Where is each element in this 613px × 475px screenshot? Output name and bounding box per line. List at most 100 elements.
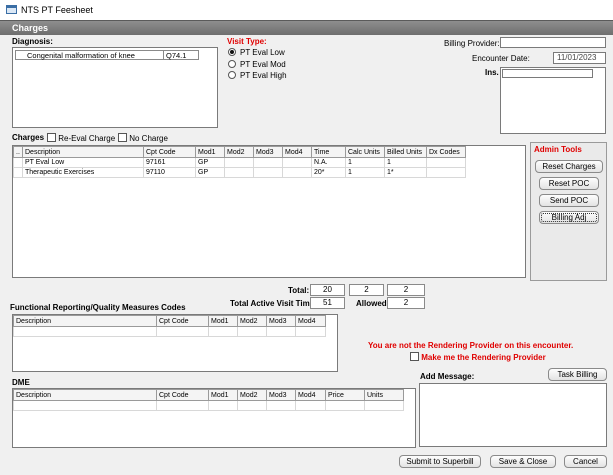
visit-type-option-low[interactable]: PT Eval Low [228, 48, 285, 57]
checkbox-icon[interactable] [47, 133, 56, 142]
add-message-textarea[interactable] [419, 383, 607, 447]
column-header[interactable]: Calc Units [345, 146, 385, 158]
column-header[interactable]: Units [364, 389, 404, 401]
add-message-label: Add Message: [420, 372, 475, 381]
column-header[interactable]: Cpt Code [156, 315, 209, 327]
allowed-label: Allowed: [356, 299, 390, 308]
active-visit-time-field: 51 [310, 297, 345, 309]
column-header[interactable]: Mod1 [208, 389, 238, 401]
visit-type-option-label: PT Eval High [240, 71, 287, 80]
column-header[interactable]: Cpt Code [143, 146, 196, 158]
column-header[interactable]: Mod4 [282, 146, 312, 158]
no-charge-label: No Charge [129, 134, 168, 143]
row-indicator [13, 157, 23, 168]
dme-label: DME [12, 378, 30, 387]
billing-provider-label: Billing Provider: [444, 39, 500, 48]
cell-billed-units: 1 [384, 157, 427, 168]
cell-mod4 [282, 157, 312, 168]
window-titlebar: NTS PT Feesheet [0, 0, 613, 21]
save-close-button[interactable]: Save & Close [490, 455, 556, 468]
cell-calc-units: 1 [345, 157, 385, 168]
radio-icon[interactable] [228, 71, 236, 79]
column-header[interactable]: Billed Units [384, 146, 427, 158]
column-header[interactable]: Description [22, 146, 144, 158]
cell-mod1: GP [195, 167, 225, 178]
send-poc-button[interactable]: Send POC [539, 194, 599, 207]
total-time-field: 20 [310, 284, 345, 296]
submit-to-superbill-button[interactable]: Submit to Superbill [399, 455, 481, 468]
billing-adj-button[interactable]: Billing Adj [539, 211, 599, 224]
cell-time: 20* [311, 167, 346, 178]
checkbox-icon[interactable] [118, 133, 127, 142]
column-header[interactable]: Mod3 [253, 146, 283, 158]
column-header[interactable]: Mod4 [295, 389, 326, 401]
functional-reporting-grid[interactable]: Description Cpt Code Mod1 Mod2 Mod3 Mod4 [12, 314, 338, 372]
total-label: Total: [288, 286, 310, 295]
charges-grid[interactable]: .. Description Cpt Code Mod1 Mod2 Mod3 M… [12, 145, 526, 278]
admin-tools-panel: Admin Tools Reset Charges Reset POC Send… [530, 142, 607, 281]
cell-description: Therapeutic Exercises [22, 167, 144, 178]
column-header[interactable]: Time [311, 146, 346, 158]
reset-charges-button[interactable]: Reset Charges [535, 160, 603, 173]
cell-calc-units: 1 [345, 167, 385, 178]
no-charge-checkbox[interactable]: No Charge [118, 133, 168, 143]
cancel-button[interactable]: Cancel [564, 455, 607, 468]
window-title: NTS PT Feesheet [21, 5, 93, 15]
visit-type-label: Visit Type: [227, 37, 267, 46]
column-header[interactable]: Description [13, 315, 157, 327]
column-header[interactable]: Description [13, 389, 157, 401]
dme-table: Description Cpt Code Mod1 Mod2 Mod3 Mod4… [13, 389, 404, 411]
task-billing-button[interactable]: Task Billing [548, 368, 607, 381]
visit-type-option-label: PT Eval Mod [240, 60, 286, 69]
active-visit-time-label: Total Active Visit Time: [230, 299, 317, 308]
charges-section-header: Charges [0, 20, 613, 35]
cell-mod2 [224, 157, 254, 168]
dme-grid[interactable]: Description Cpt Code Mod1 Mod2 Mod3 Mod4… [12, 388, 416, 448]
column-header[interactable]: Mod1 [208, 315, 238, 327]
re-eval-charge-checkbox[interactable]: Re-Eval Charge [47, 133, 115, 143]
column-header[interactable]: Mod3 [266, 389, 296, 401]
table-row[interactable] [13, 400, 404, 411]
column-header[interactable]: Mod2 [224, 146, 254, 158]
encounter-date-label: Encounter Date: [472, 54, 530, 63]
insurance-row[interactable] [502, 69, 593, 78]
column-header[interactable]: Dx Codes [426, 146, 466, 158]
column-header[interactable]: Mod2 [237, 389, 267, 401]
visit-type-option-label: PT Eval Low [240, 48, 285, 57]
table-row[interactable] [13, 326, 326, 337]
table-row[interactable]: PT Eval Low 97161 GP N.A. 1 1 [13, 157, 466, 168]
allowed-field: 2 [387, 297, 425, 309]
column-header[interactable]: Mod1 [195, 146, 225, 158]
make-rendering-provider-checkbox[interactable]: Make me the Rendering Provider [410, 352, 546, 362]
billing-provider-field[interactable] [500, 37, 606, 48]
cell-mod4 [282, 167, 312, 178]
cell-mod3 [253, 167, 283, 178]
diagnosis-list[interactable]: Congenital malformation of knee Q74.1 [12, 47, 218, 128]
cell-cpt: 97110 [143, 167, 196, 178]
column-header[interactable]: .. [13, 146, 23, 158]
column-header[interactable]: Cpt Code [156, 389, 209, 401]
column-header[interactable]: Mod2 [237, 315, 267, 327]
cell-time: N.A. [311, 157, 346, 168]
radio-selected-icon[interactable] [228, 48, 236, 56]
table-row[interactable]: Therapeutic Exercises 97110 GP 20* 1 1* [13, 167, 466, 178]
functional-reporting-table: Description Cpt Code Mod1 Mod2 Mod3 Mod4 [13, 315, 326, 337]
column-header[interactable]: Price [325, 389, 365, 401]
visit-type-option-mod[interactable]: PT Eval Mod [228, 60, 286, 69]
diagnosis-code: Q74.1 [166, 51, 187, 60]
charges-label: Charges [12, 133, 45, 142]
visit-type-option-high[interactable]: PT Eval High [228, 71, 287, 80]
checkbox-icon[interactable] [410, 352, 419, 361]
cell-mod2 [224, 167, 254, 178]
radio-icon[interactable] [228, 60, 236, 68]
cell-dx [426, 157, 466, 168]
re-eval-charge-label: Re-Eval Charge [58, 134, 116, 143]
cell-cpt: 97161 [143, 157, 196, 168]
column-header[interactable]: Mod4 [295, 315, 326, 327]
column-header[interactable]: Mod3 [266, 315, 296, 327]
row-indicator [13, 167, 23, 178]
reset-poc-button[interactable]: Reset POC [539, 177, 599, 190]
encounter-date-field[interactable]: 11/01/2023 [553, 52, 606, 64]
insurance-list[interactable] [500, 67, 606, 134]
diagnosis-row[interactable]: Congenital malformation of knee Q74.1 [15, 50, 199, 60]
